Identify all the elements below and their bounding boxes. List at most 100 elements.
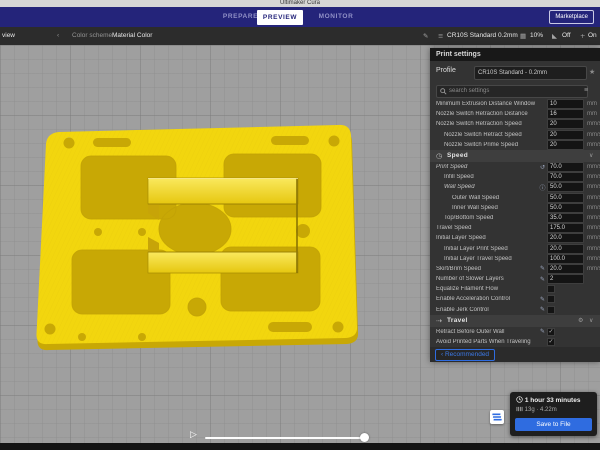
setting-value-input[interactable]: 20 — [547, 119, 584, 129]
setting-value-input[interactable]: 2 — [547, 274, 584, 284]
setting-row: Enable Jerk Control✎ — [430, 305, 600, 315]
play-button[interactable]: ▷ — [190, 430, 197, 440]
pencil-icon[interactable]: ✎ — [538, 306, 547, 313]
plate-body — [20, 80, 420, 380]
tab-preview[interactable]: PREVIEW — [257, 10, 303, 25]
setting-value-input[interactable]: 20.0 — [547, 264, 584, 274]
simulation-slider-track[interactable] — [205, 437, 365, 439]
edit-pencil-icon[interactable]: ✎ — [423, 27, 428, 45]
setting-value-input[interactable]: 50.0 — [547, 193, 584, 203]
profile-label: Profile — [436, 67, 456, 74]
reset-icon[interactable]: ↺ — [538, 164, 547, 171]
setting-checkbox[interactable] — [547, 306, 555, 314]
support-icon: ◣ — [552, 27, 557, 45]
layers-icon: ≡ — [438, 27, 443, 45]
setting-row: Initial Layer Speed20.0mm/s — [430, 233, 600, 243]
adhesion-icon: + — [580, 27, 585, 45]
setting-row: Initial Layer Travel Speed100.0mm/s — [430, 254, 600, 264]
setting-value-input[interactable]: 70.0 — [547, 162, 584, 172]
material-usage: 13g · 4.22m — [525, 407, 557, 413]
clock-icon — [516, 396, 523, 403]
print-settings-panel: Print settings Profile CR10S Standard - … — [430, 48, 600, 362]
pencil-icon[interactable]: ✎ — [538, 296, 547, 303]
setting-row: Infill Speed70.0mm/s — [430, 172, 600, 182]
sliced-model-preview[interactable] — [20, 80, 420, 380]
collapse-chevron-icon[interactable]: ‹ — [57, 27, 59, 45]
setting-row: Avoid Printed Parts When Traveling✓ — [430, 337, 600, 347]
window-title: Ultimaker Cura — [280, 0, 320, 6]
setting-row: Enable Acceleration Control✎ — [430, 294, 600, 304]
settings-section-speed[interactable]: ◷Speed∨ — [430, 150, 600, 162]
main-header: PREPARE PREVIEW MONITOR Marketplace — [0, 7, 600, 27]
panel-title[interactable]: Print settings — [430, 48, 600, 61]
summary-infill[interactable]: 10% — [530, 27, 543, 45]
search-row: search settings ≡ — [430, 84, 600, 99]
setting-value-input[interactable]: 20.0 — [547, 244, 584, 254]
summary-support[interactable]: Off — [562, 27, 571, 45]
gear-icon[interactable]: ⚙ — [578, 317, 589, 324]
pencil-icon[interactable]: ✎ — [538, 328, 547, 335]
setting-row: Print Speed↺70.0mm/s — [430, 162, 600, 172]
filament-icon — [516, 406, 523, 412]
pencil-icon[interactable]: ✎ — [538, 276, 547, 283]
setting-value-input[interactable]: 50.0 — [547, 203, 584, 213]
setting-row: Retract Before Outer Wall✎✓ — [430, 327, 600, 337]
simulation-slider-handle[interactable] — [360, 433, 369, 442]
setting-row: Top/Bottom Speed35.0mm/s — [430, 213, 600, 223]
view-dropdown[interactable]: view — [2, 27, 15, 45]
search-icon — [440, 88, 447, 95]
setting-value-input[interactable]: 16 — [547, 109, 584, 119]
setting-row: Travel Speed175.0mm/s — [430, 223, 600, 233]
setting-checkbox[interactable] — [547, 295, 555, 303]
chevron-down-icon[interactable]: ∨ — [589, 152, 600, 159]
print-time-row: 1 hour 33 minutes — [516, 396, 580, 404]
preview-stages-button[interactable] — [490, 410, 504, 424]
setting-value-input[interactable]: 10 — [547, 99, 584, 109]
info-icon[interactable]: ⓘ — [538, 183, 547, 192]
summary-profile[interactable]: CR10S Standard 0.2mm — [447, 27, 518, 45]
setting-value-input[interactable]: 20 — [547, 130, 584, 140]
material-usage-row: 13g · 4.22m — [516, 406, 557, 413]
setting-value-input[interactable]: 35.0 — [547, 213, 584, 223]
color-scheme-value[interactable]: Material Color — [112, 27, 152, 45]
setting-checkbox[interactable] — [547, 285, 555, 293]
setting-checkbox[interactable]: ✓ — [547, 328, 555, 336]
tab-monitor[interactable]: MONITOR — [312, 7, 360, 27]
setting-value-input[interactable]: 20.0 — [547, 233, 584, 243]
favorite-star-icon[interactable]: ★ — [589, 68, 595, 76]
setting-row: Number of Slower Layers✎2 — [430, 274, 600, 284]
setting-value-input[interactable]: 20 — [547, 140, 584, 150]
infill-icon: ▦ — [520, 27, 526, 45]
pencil-icon[interactable]: ✎ — [538, 265, 547, 272]
print-time: 1 hour 33 minutes — [525, 397, 581, 404]
panel-footer: ‹ Recommended — [430, 347, 600, 362]
settings-section-travel[interactable]: ⇢Travel⚙∨ — [430, 315, 600, 327]
recommended-button[interactable]: ‹ Recommended — [435, 349, 495, 361]
marketplace-button[interactable]: Marketplace — [549, 10, 594, 24]
setting-row: Inner Wall Speed50.0mm/s — [430, 203, 600, 213]
setting-checkbox[interactable]: ✓ — [547, 338, 555, 346]
window-titlebar: Ultimaker Cura — [0, 0, 600, 7]
bottom-strip — [0, 443, 600, 450]
chevron-down-icon[interactable]: ∨ — [589, 317, 600, 324]
cura-window: Ultimaker Cura PREPARE PREVIEW MONITOR M… — [0, 0, 600, 450]
search-placeholder: search settings — [449, 88, 489, 94]
setting-value-input[interactable]: 100.0 — [547, 254, 584, 264]
profile-dropdown[interactable]: CR10S Standard - 0.2mm — [474, 66, 587, 80]
color-scheme-label: Color scheme — [72, 27, 112, 45]
save-to-file-button[interactable]: Save to File — [515, 418, 592, 431]
filter-icon[interactable]: ≡ — [584, 87, 588, 94]
setting-value-input[interactable]: 70.0 — [547, 172, 584, 182]
profile-row: Profile CR10S Standard - 0.2mm ★ — [430, 61, 600, 84]
setting-row: Outer Wall Speed50.0mm/s — [430, 193, 600, 203]
summary-adhesion[interactable]: On — [588, 27, 597, 45]
setting-row: Minimum Extrusion Distance Window10mm — [430, 99, 600, 109]
setting-value-input[interactable]: 50.0 — [547, 182, 584, 192]
setting-row: Equalize Filament Flow — [430, 284, 600, 294]
setting-row: Nozzle Switch Retraction Speed20mm/s — [430, 119, 600, 129]
setting-value-input[interactable]: 175.0 — [547, 223, 584, 233]
stages-icon — [490, 410, 504, 424]
setting-row: Skirt/Brim Speed✎20.0mm/s — [430, 264, 600, 274]
setting-row: Nozzle Switch Prime Speed20mm/s — [430, 140, 600, 150]
search-input[interactable]: search settings — [436, 85, 588, 98]
